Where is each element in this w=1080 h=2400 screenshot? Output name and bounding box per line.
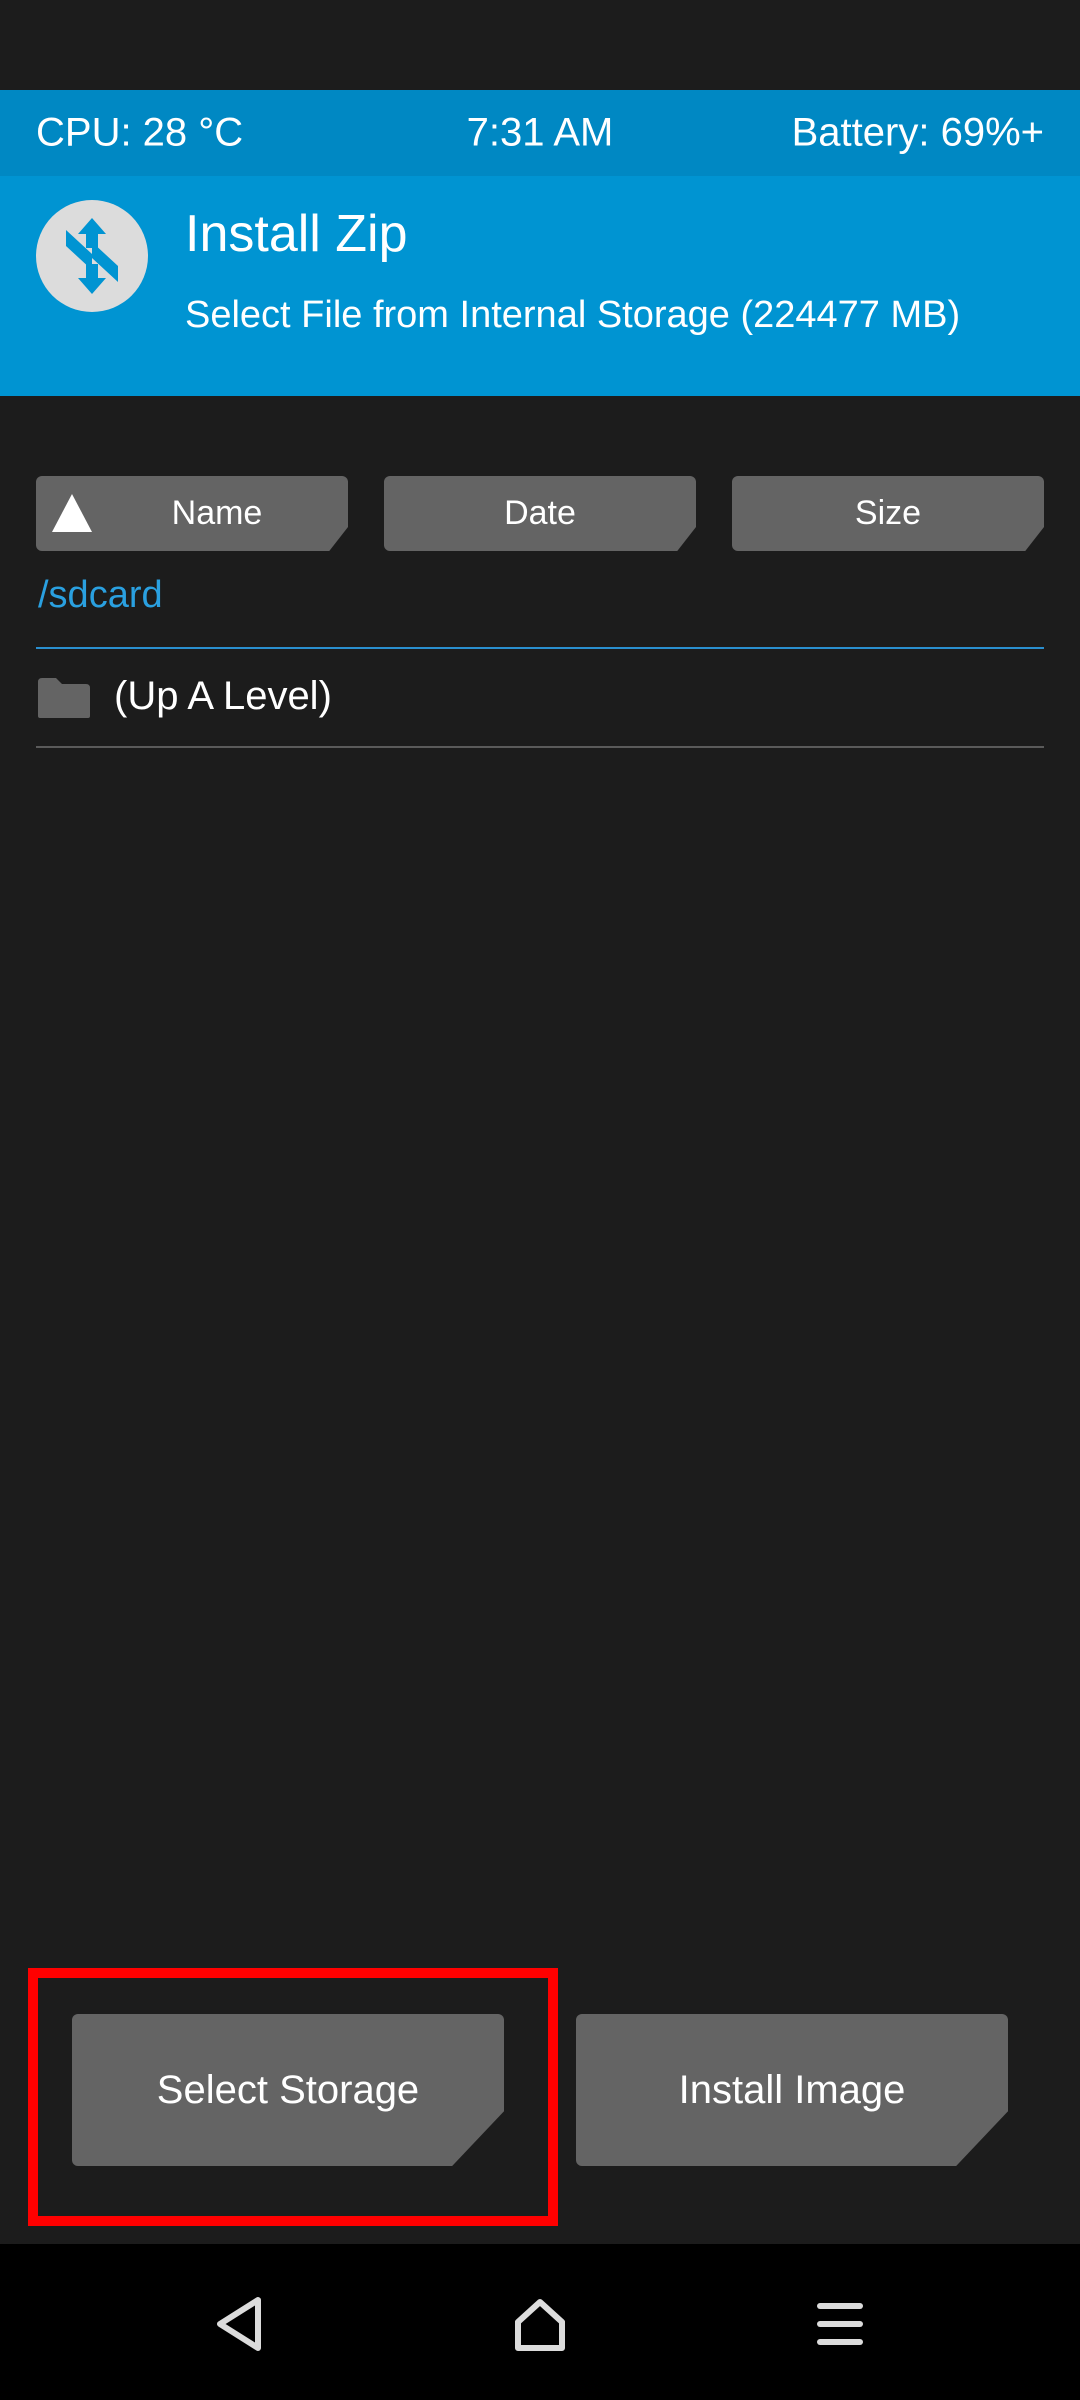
sort-by-size-button[interactable]: Size bbox=[732, 476, 1044, 551]
clock: 7:31 AM bbox=[466, 110, 614, 155]
page-title: Install Zip bbox=[185, 205, 408, 263]
screen: CPU: 28 °C 7:31 AM Battery: 69%+ Install… bbox=[0, 0, 1080, 2400]
back-icon[interactable] bbox=[200, 2284, 280, 2364]
install-image-label: Install Image bbox=[678, 2067, 906, 2112]
sort-date-label: Date bbox=[504, 494, 576, 532]
battery-status: Battery: 69%+ bbox=[791, 110, 1044, 155]
current-path: /sdcard bbox=[38, 574, 163, 616]
status-bar: CPU: 28 °C 7:31 AM Battery: 69%+ bbox=[0, 90, 1080, 176]
menu-icon[interactable] bbox=[800, 2284, 880, 2364]
list-item-up-a-level[interactable]: (Up A Level) bbox=[36, 652, 1044, 744]
header: Install Zip Select File from Internal St… bbox=[0, 176, 1080, 396]
sort-ascending-icon bbox=[52, 494, 92, 532]
row-divider bbox=[36, 746, 1044, 748]
folder-icon bbox=[38, 678, 90, 718]
install-image-button[interactable]: Install Image bbox=[576, 2014, 1008, 2166]
sort-by-date-button[interactable]: Date bbox=[384, 476, 696, 551]
page-subtitle: Select File from Internal Storage (22447… bbox=[185, 294, 961, 336]
cpu-temperature: CPU: 28 °C bbox=[36, 110, 244, 155]
sort-by-name-button[interactable]: Name bbox=[36, 476, 348, 551]
select-storage-button[interactable]: Select Storage bbox=[72, 2014, 504, 2166]
navigation-bar bbox=[0, 2244, 1080, 2400]
select-storage-label: Select Storage bbox=[156, 2067, 420, 2112]
sort-name-label: Name bbox=[171, 494, 263, 532]
home-icon[interactable] bbox=[500, 2284, 580, 2364]
path-divider bbox=[36, 647, 1044, 649]
sort-size-label: Size bbox=[854, 494, 922, 532]
list-item-label: (Up A Level) bbox=[114, 674, 332, 718]
twrp-logo-icon bbox=[36, 200, 148, 312]
